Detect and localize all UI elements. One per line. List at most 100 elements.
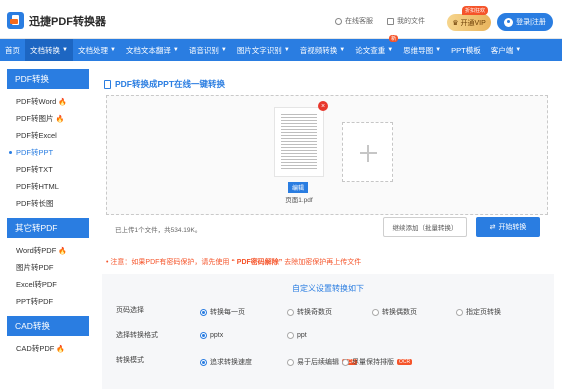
sidebar-group-cad: CAD转换 CAD转PDF 🔥 bbox=[7, 316, 89, 357]
login-label: 登录|注册 bbox=[516, 19, 546, 26]
option-label: pptx bbox=[210, 332, 224, 339]
page-title-text: PDF转换成PPT在线一键转换 bbox=[115, 79, 226, 89]
nav-item-av-convert[interactable]: 音视频转换 ▼ bbox=[295, 39, 350, 61]
option-even-pages[interactable]: 转换偶数页 bbox=[372, 307, 417, 317]
settings-title: 自定义设置转换如下 bbox=[292, 284, 364, 293]
option-label: ppt bbox=[297, 332, 307, 339]
option-label: 转换奇数页 bbox=[297, 309, 332, 316]
nav-label: 音视频转换 bbox=[299, 45, 338, 55]
option-odd-pages[interactable]: 转换奇数页 bbox=[287, 307, 332, 317]
main-nav: 首页 文档转换 ▼ 文档处理 ▼ 文档文本翻译 ▼ 语音识别 ▼ 图片文字识别 ▼ 音视频… bbox=[0, 35, 562, 61]
option-speed[interactable]: 追求转换速度 bbox=[200, 357, 252, 367]
start-convert-label: 开始转换 bbox=[498, 224, 527, 231]
nav-item-doc-convert[interactable]: 文档转换 ▼ bbox=[25, 39, 73, 61]
radio-icon bbox=[372, 308, 379, 316]
sidebar-group-pdf-convert: PDF转换 PDF转Word 🔥 PDF转图片 🔥 PDF转Excel PDF转PP… bbox=[7, 69, 89, 212]
option-every-page[interactable]: 转换每一页 bbox=[200, 307, 245, 317]
caret-down-icon: ▼ bbox=[172, 47, 179, 53]
sidebar-item-ppt-to-pdf[interactable]: PPT转PDF bbox=[7, 293, 89, 310]
page-title: PDF转换成PPT在线一键转换 bbox=[104, 78, 225, 90]
page-select-row: 页码选择 bbox=[116, 304, 200, 316]
option-pptx[interactable]: pptx bbox=[200, 332, 223, 339]
sidebar-item-label: PDF转HTML bbox=[16, 182, 59, 191]
sidebar-item-pdf-to-long-image[interactable]: PDF转长图 bbox=[7, 195, 89, 212]
document-icon bbox=[104, 79, 111, 89]
fire-icon: 🔥 bbox=[58, 247, 68, 255]
file-drop-zone[interactable]: × 编辑 页面1.pdf bbox=[106, 95, 548, 215]
option-specific-pages[interactable]: 指定页转换 bbox=[456, 307, 501, 317]
option-label: 尽量保持排版 bbox=[352, 359, 394, 366]
nav-item-mindmap[interactable]: 思维导图 ▼ bbox=[398, 39, 446, 61]
my-files-label: 我的文件 bbox=[397, 18, 425, 25]
sidebar-item-excel-to-pdf[interactable]: Excel转PDF bbox=[7, 276, 89, 293]
nav-item-doc-process[interactable]: 文档处理 ▼ bbox=[73, 39, 121, 61]
sidebar-item-image-to-pdf[interactable]: 图片转PDF bbox=[7, 259, 89, 276]
user-icon bbox=[504, 17, 514, 27]
sidebar-item-pdf-to-ppt[interactable]: PDF转PPT bbox=[7, 144, 89, 161]
sidebar-item-label: PPT转PDF bbox=[16, 297, 54, 306]
start-convert-button[interactable]: ⇄ 开始转换 bbox=[476, 217, 540, 237]
nav-item-translate[interactable]: 文档文本翻译 ▼ bbox=[121, 39, 184, 61]
file-thumbnail[interactable] bbox=[274, 107, 324, 177]
setting-label: 转换模式 bbox=[116, 357, 144, 364]
sidebar-item-cad-to-pdf[interactable]: CAD转PDF 🔥 bbox=[7, 340, 89, 357]
note-prefix: 注意：如果PDF有密码保护，请先使用 bbox=[110, 259, 230, 266]
sidebar-group-to-pdf: 其它转PDF Word转PDF 🔥 图片转PDF Excel转PDF PPT转PD… bbox=[7, 218, 89, 310]
option-label: 指定页转换 bbox=[466, 309, 501, 316]
nav-label: 文档处理 bbox=[77, 45, 108, 55]
customer-service-link[interactable]: 在线客服 bbox=[335, 16, 373, 26]
radio-icon bbox=[200, 332, 207, 339]
caret-down-icon: ▼ bbox=[109, 47, 116, 53]
option-label: 易于后续编辑 bbox=[297, 359, 339, 366]
vip-label: 开通VIP bbox=[460, 19, 486, 27]
nav-item-ocr[interactable]: 图片文字识别 ▼ bbox=[232, 39, 295, 61]
radio-icon bbox=[200, 358, 207, 366]
radio-icon bbox=[342, 358, 349, 366]
nav-label: 图片文字识别 bbox=[236, 45, 282, 55]
my-files-link[interactable]: 我的文件 bbox=[387, 16, 425, 26]
option-keep-layout[interactable]: 尽量保持排版 OCR bbox=[342, 357, 413, 367]
remove-file-icon[interactable]: × bbox=[318, 101, 328, 111]
app-logo[interactable]: 迅捷PDF转换器 bbox=[7, 12, 106, 29]
sidebar-item-label: PDF转Excel bbox=[16, 131, 57, 140]
crown-icon: ♛ bbox=[452, 19, 459, 27]
caret-down-icon: ▼ bbox=[339, 47, 346, 53]
radio-icon bbox=[200, 308, 207, 316]
login-register-button[interactable]: 登录|注册 bbox=[497, 13, 553, 31]
nav-item-home[interactable]: 首页 bbox=[0, 39, 25, 61]
format-select-row: 选择转换格式 bbox=[116, 329, 200, 341]
sidebar-item-pdf-to-txt[interactable]: PDF转TXT bbox=[7, 161, 89, 178]
pdf-unlock-link[interactable]: “ PDF密码解除” bbox=[231, 259, 282, 266]
headset-icon bbox=[335, 17, 342, 25]
nav-label: 论文查重 bbox=[355, 45, 386, 55]
nav-item-speech[interactable]: 语音识别 ▼ bbox=[184, 39, 232, 61]
nav-item-ppt-template[interactable]: PPT模板 bbox=[446, 39, 486, 61]
sidebar-item-pdf-to-excel[interactable]: PDF转Excel bbox=[7, 127, 89, 144]
continue-add-button[interactable]: 继续添加（批量转换） bbox=[383, 217, 467, 237]
new-badge: 新 bbox=[389, 35, 399, 42]
sidebar-item-label: CAD转PDF bbox=[16, 344, 55, 353]
app-name: 迅捷PDF转换器 bbox=[29, 15, 106, 28]
password-note: • 注意：如果PDF有密码保护，请先使用 “ PDF密码解除” 去除加密保护再上… bbox=[106, 257, 361, 267]
nav-item-client[interactable]: 客户端 ▼ bbox=[486, 39, 526, 61]
edit-file-button[interactable]: 编辑 bbox=[288, 182, 309, 193]
nav-item-plagiarism[interactable]: 论文查重 ▼ 新 bbox=[350, 35, 399, 61]
sidebar-item-word-to-pdf[interactable]: Word转PDF 🔥 bbox=[7, 242, 89, 259]
sidebar-item-label: PDF转PPT bbox=[16, 148, 54, 157]
add-file-button[interactable] bbox=[342, 122, 393, 182]
option-label: 追求转换速度 bbox=[210, 359, 252, 366]
option-ppt[interactable]: ppt bbox=[287, 332, 307, 339]
ocr-badge: OCR bbox=[397, 359, 413, 365]
vip-promo-badge: 折扣狂欢 bbox=[462, 6, 489, 15]
fire-icon: 🔥 bbox=[56, 345, 66, 353]
sidebar-item-pdf-to-image[interactable]: PDF转图片 🔥 bbox=[7, 110, 89, 127]
sidebar-item-label: PDF转Word bbox=[16, 97, 57, 106]
open-vip-button[interactable]: ♛ 开通VIP bbox=[447, 14, 491, 31]
header: 迅捷PDF转换器 在线客服 我的文件 ♛ 开通VIP 折扣狂欢 登录|注册 bbox=[0, 0, 562, 39]
sidebar-item-pdf-to-html[interactable]: PDF转HTML bbox=[7, 178, 89, 195]
caret-down-icon: ▼ bbox=[220, 47, 227, 53]
note-suffix: 去除加密保护再上传文件 bbox=[284, 259, 362, 266]
sidebar-item-label: PDF转图片 bbox=[16, 114, 54, 123]
sidebar-item-pdf-to-word[interactable]: PDF转Word 🔥 bbox=[7, 93, 89, 110]
caret-down-icon: ▼ bbox=[515, 47, 522, 53]
